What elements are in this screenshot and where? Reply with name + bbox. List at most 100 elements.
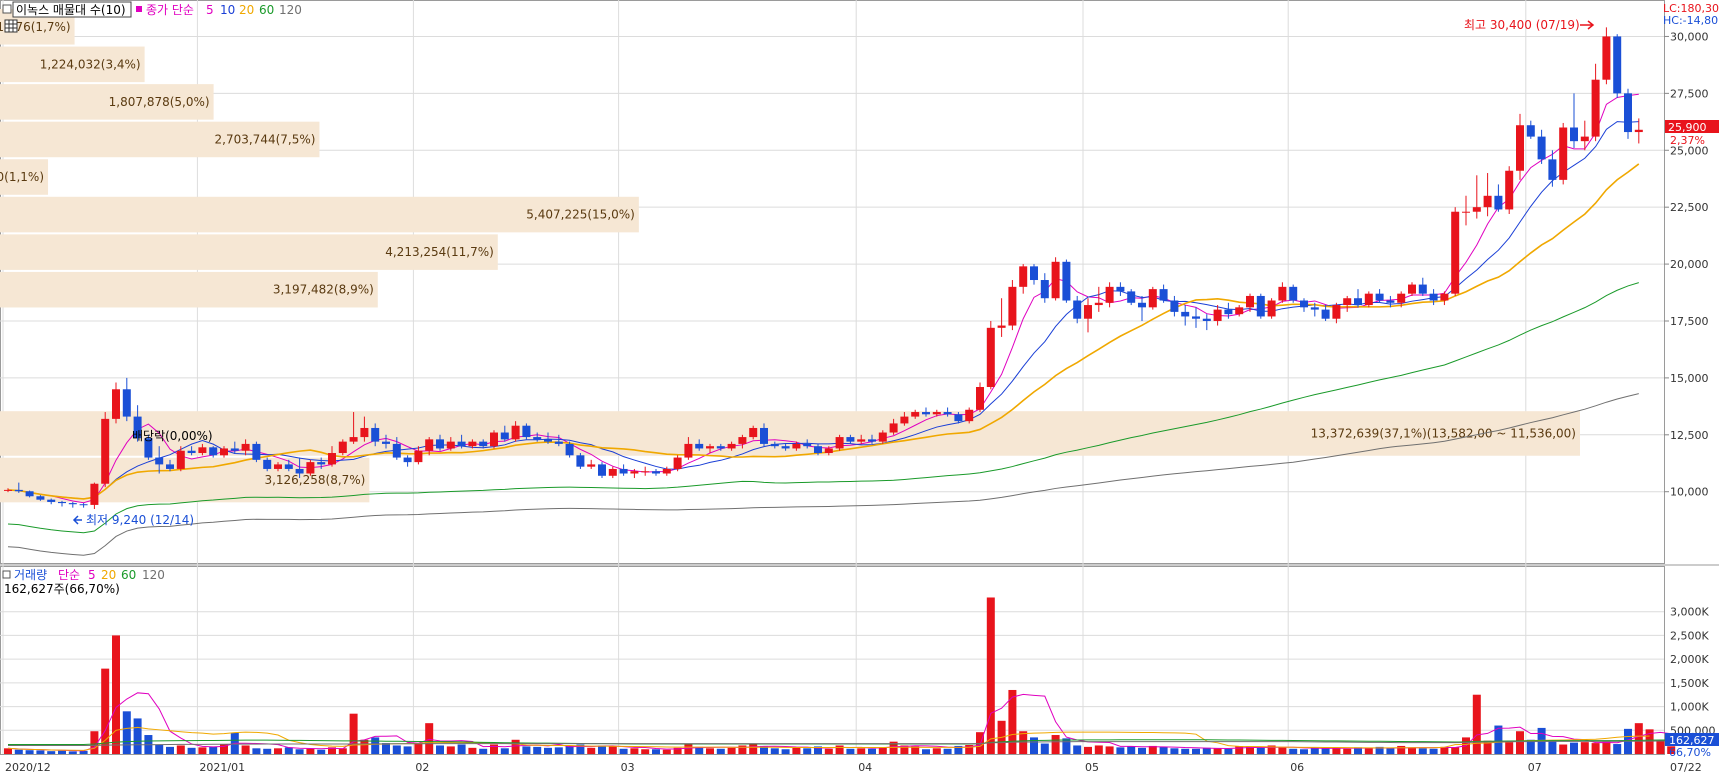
- candle-body: [1246, 295, 1254, 308]
- volume-bar: [1019, 731, 1028, 754]
- candle-body: [587, 464, 596, 467]
- volume-bar: [68, 751, 77, 754]
- volume-bar: [662, 749, 671, 754]
- vol-ma-period-5[interactable]: 5: [88, 568, 96, 582]
- vol-ma-period-60[interactable]: 60: [121, 568, 136, 582]
- candle-body: [328, 453, 336, 465]
- candle-body: [1300, 300, 1308, 308]
- volume-bar: [446, 746, 455, 754]
- volume-bar: [382, 743, 390, 754]
- ma-period-60[interactable]: 60: [259, 3, 274, 17]
- candle-body: [1202, 318, 1211, 321]
- candle-body: [1408, 284, 1416, 294]
- legend-square-icon: [2, 4, 12, 14]
- volume-bar: [792, 747, 801, 754]
- candle-body: [457, 441, 466, 447]
- volume-bar: [932, 748, 941, 754]
- candle-body: [997, 325, 1006, 328]
- candle-body: [349, 437, 358, 442]
- volume-bar: [1202, 747, 1211, 754]
- candle-body: [101, 418, 110, 484]
- candle-body: [122, 389, 131, 417]
- volume-bar: [1105, 746, 1114, 754]
- candle-body: [1267, 300, 1276, 317]
- volume-panel-frame: [0, 566, 1665, 755]
- legend-swatch-icon: [136, 6, 142, 12]
- volume-ma-title: 단순: [58, 568, 80, 582]
- volume-bar: [1602, 741, 1611, 754]
- candle-body: [706, 446, 714, 449]
- candle-body: [1429, 293, 1438, 301]
- volume-bar: [1084, 746, 1092, 754]
- vol-ma-period-20[interactable]: 20: [101, 568, 116, 582]
- candle-body: [598, 464, 606, 476]
- volume-tick-label: 2,000K: [1670, 653, 1709, 666]
- volume-bar: [544, 747, 552, 754]
- candle-body: [673, 457, 682, 469]
- candle-body: [1256, 295, 1265, 317]
- volume-bar: [284, 747, 293, 754]
- volume-bar: [414, 743, 423, 754]
- volume-bar: [436, 745, 444, 754]
- ma-period-10[interactable]: 10: [220, 3, 235, 17]
- candle-body: [382, 441, 390, 444]
- volume-bar: [630, 748, 639, 754]
- vol-ma-period-120[interactable]: 120: [142, 568, 165, 582]
- volume-bar: [1062, 738, 1071, 754]
- candle-body: [1030, 266, 1038, 281]
- volume-bar: [868, 748, 876, 754]
- time-tick-label: 03: [621, 761, 635, 774]
- candle-body: [781, 446, 790, 449]
- volume-profile-label: 406,430(1,1%): [0, 170, 44, 184]
- candle-body: [490, 432, 498, 447]
- candle-body: [770, 443, 779, 447]
- volume-profile-label: 3,126,258(8,7%): [264, 473, 365, 487]
- volume-bar: [371, 737, 380, 754]
- candle-body: [1386, 300, 1395, 303]
- volume-bar: [263, 748, 272, 754]
- candle-body: [1440, 293, 1449, 301]
- candle-body: [889, 423, 898, 433]
- volume-title[interactable]: 거래량: [14, 568, 47, 582]
- time-tick-label: 05: [1085, 761, 1099, 774]
- candle-body: [792, 443, 801, 449]
- ma-period-20[interactable]: 20: [239, 3, 254, 17]
- candle-body: [1084, 305, 1092, 319]
- candle-body: [684, 443, 693, 458]
- candle-body: [760, 427, 768, 444]
- volume-profile-label: 5,407,225(15,0%): [526, 208, 635, 222]
- volume-bar: [943, 748, 952, 754]
- candle-body: [1062, 261, 1071, 301]
- candle-body: [511, 425, 520, 440]
- candle-body: [943, 412, 952, 415]
- volume-bar: [1418, 748, 1427, 754]
- volume-bar: [1548, 740, 1557, 754]
- candle-body: [1019, 266, 1028, 287]
- volume-bar: [727, 747, 736, 754]
- candle-body: [846, 437, 855, 442]
- candle-body: [1494, 195, 1503, 210]
- candle-body: [306, 462, 315, 474]
- candle-body: [1418, 284, 1427, 294]
- candle-body: [338, 441, 347, 454]
- volume-bar: [317, 749, 326, 754]
- volume-bar: [1300, 749, 1308, 754]
- candle-body: [738, 437, 747, 444]
- candle-body: [1570, 127, 1578, 142]
- candle-body: [1505, 170, 1514, 210]
- table-icon[interactable]: [4, 19, 18, 33]
- volume-bar: [641, 749, 650, 754]
- candle-body: [392, 443, 401, 458]
- volume-bar: [1386, 748, 1395, 754]
- candle-body: [814, 446, 822, 454]
- volume-bar: [511, 739, 520, 754]
- time-tick-label: 2021/01: [199, 761, 245, 774]
- high-annotation: 최고 30,400 (07/19): [1464, 18, 1580, 32]
- ma-period-5[interactable]: 5: [206, 3, 214, 17]
- candle-body: [425, 439, 434, 451]
- time-tick-label: 2020/12: [5, 761, 51, 774]
- candle-body: [284, 464, 293, 469]
- volume-bar: [101, 668, 110, 754]
- volume-bar: [1505, 742, 1514, 754]
- ma-period-120[interactable]: 120: [279, 3, 302, 17]
